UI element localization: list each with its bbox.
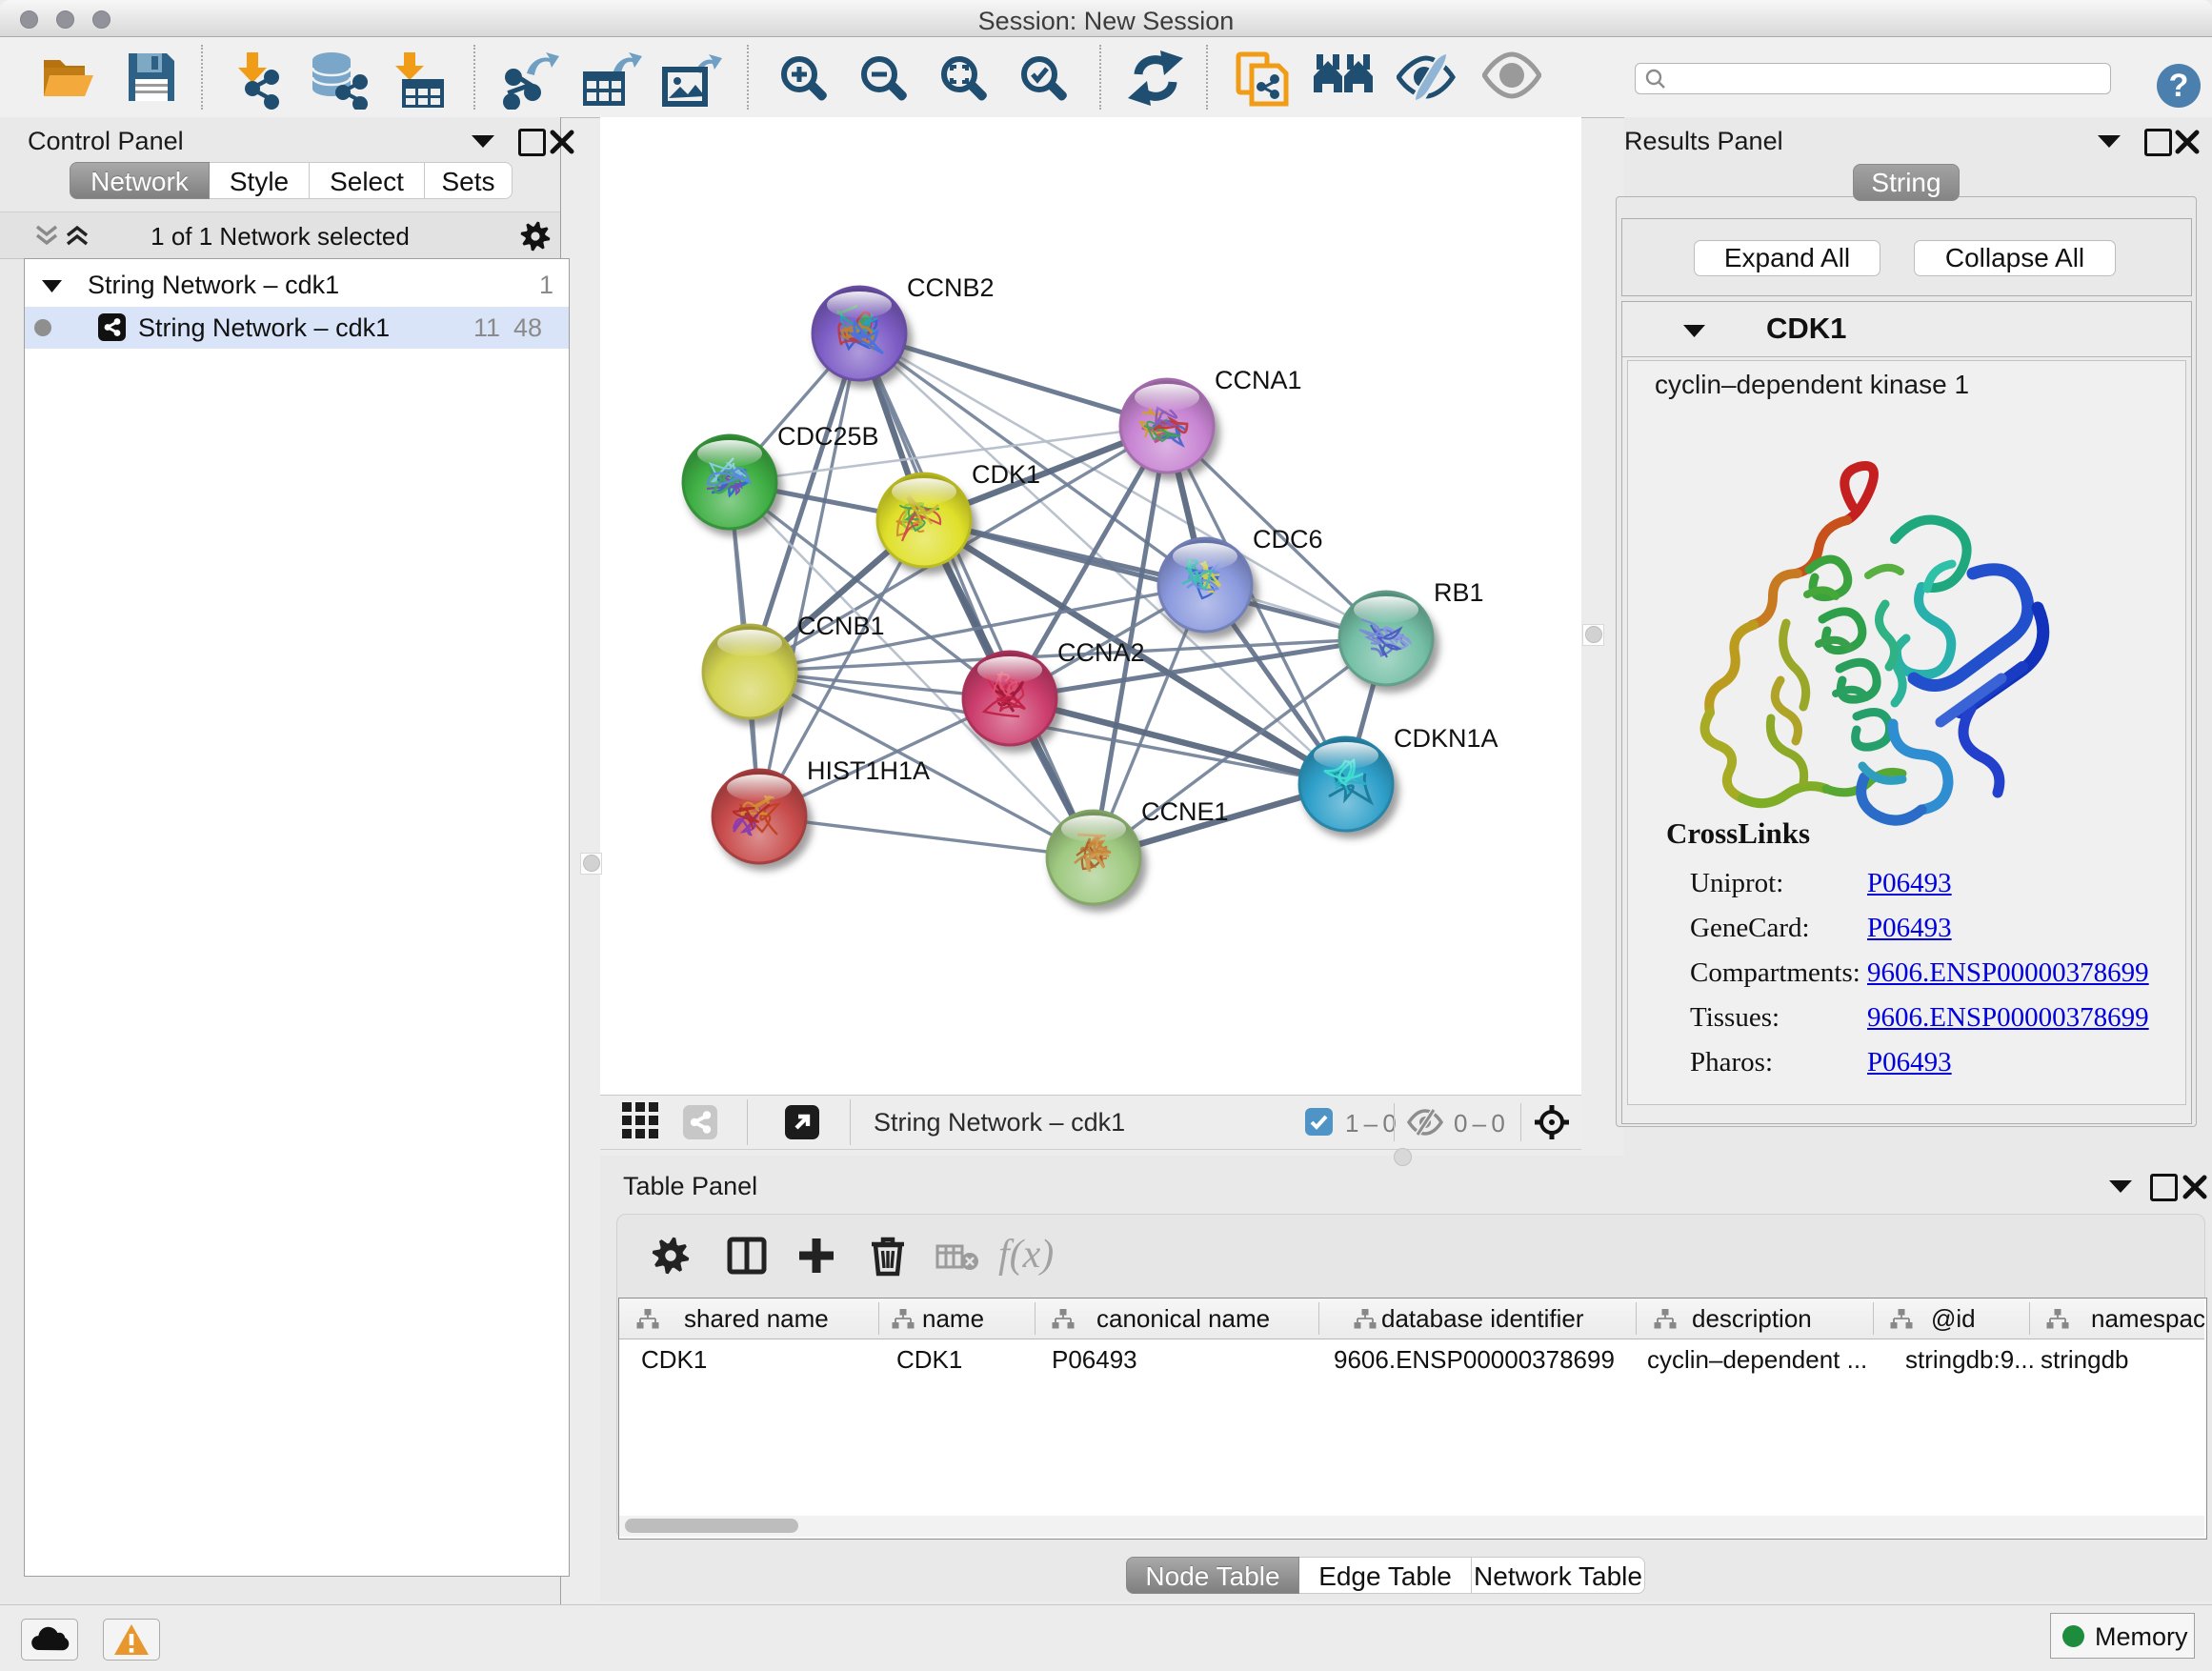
svg-text:CDC25B: CDC25B [777,422,879,451]
svg-text:CDK1: CDK1 [972,460,1040,489]
svg-text:CCNB2: CCNB2 [907,273,995,302]
svg-text:CCNA2: CCNA2 [1057,638,1145,667]
svg-text:CCNE1: CCNE1 [1141,797,1229,826]
svg-text:CDKN1A: CDKN1A [1394,724,1498,753]
svg-text:RB1: RB1 [1434,578,1484,607]
svg-text:CDC6: CDC6 [1253,525,1323,554]
svg-text:HIST1H1A: HIST1H1A [807,756,930,785]
svg-text:CCNA1: CCNA1 [1215,366,1302,394]
svg-text:CCNB1: CCNB1 [797,612,885,640]
